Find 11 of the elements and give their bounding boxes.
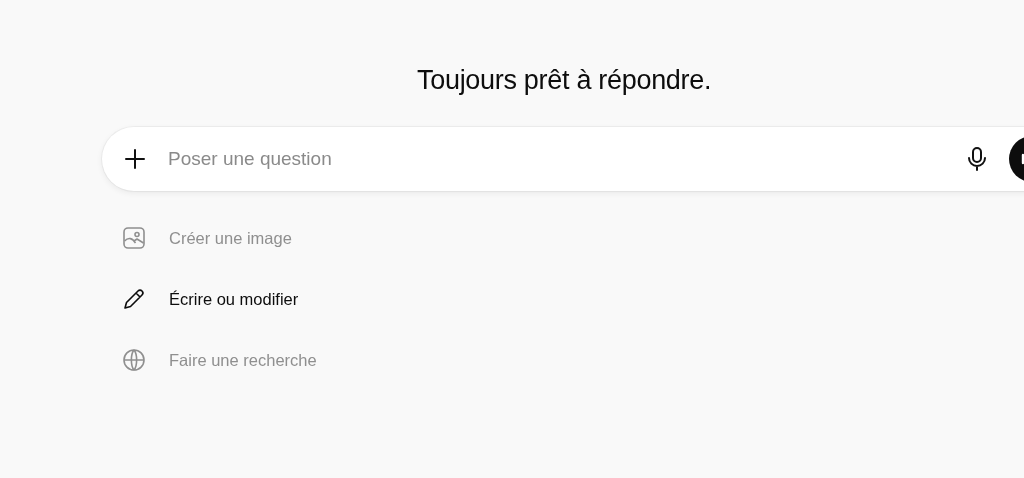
image-icon [122,226,146,250]
pencil-icon [122,287,146,311]
message-input[interactable]: Poser une question [166,147,967,171]
suggestion-item[interactable]: Créer une image [122,225,1024,251]
microphone-icon[interactable] [967,147,987,171]
page-heading: Toujours prêt à répondre. [417,64,713,97]
message-field[interactable]: Poser une question [102,127,1024,191]
suggestion-item[interactable]: Écrire ou modifier [122,286,1024,312]
globe-icon [122,348,146,372]
suggestion-item[interactable]: Faire une recherche [122,347,1024,373]
plus-icon[interactable] [124,148,146,170]
